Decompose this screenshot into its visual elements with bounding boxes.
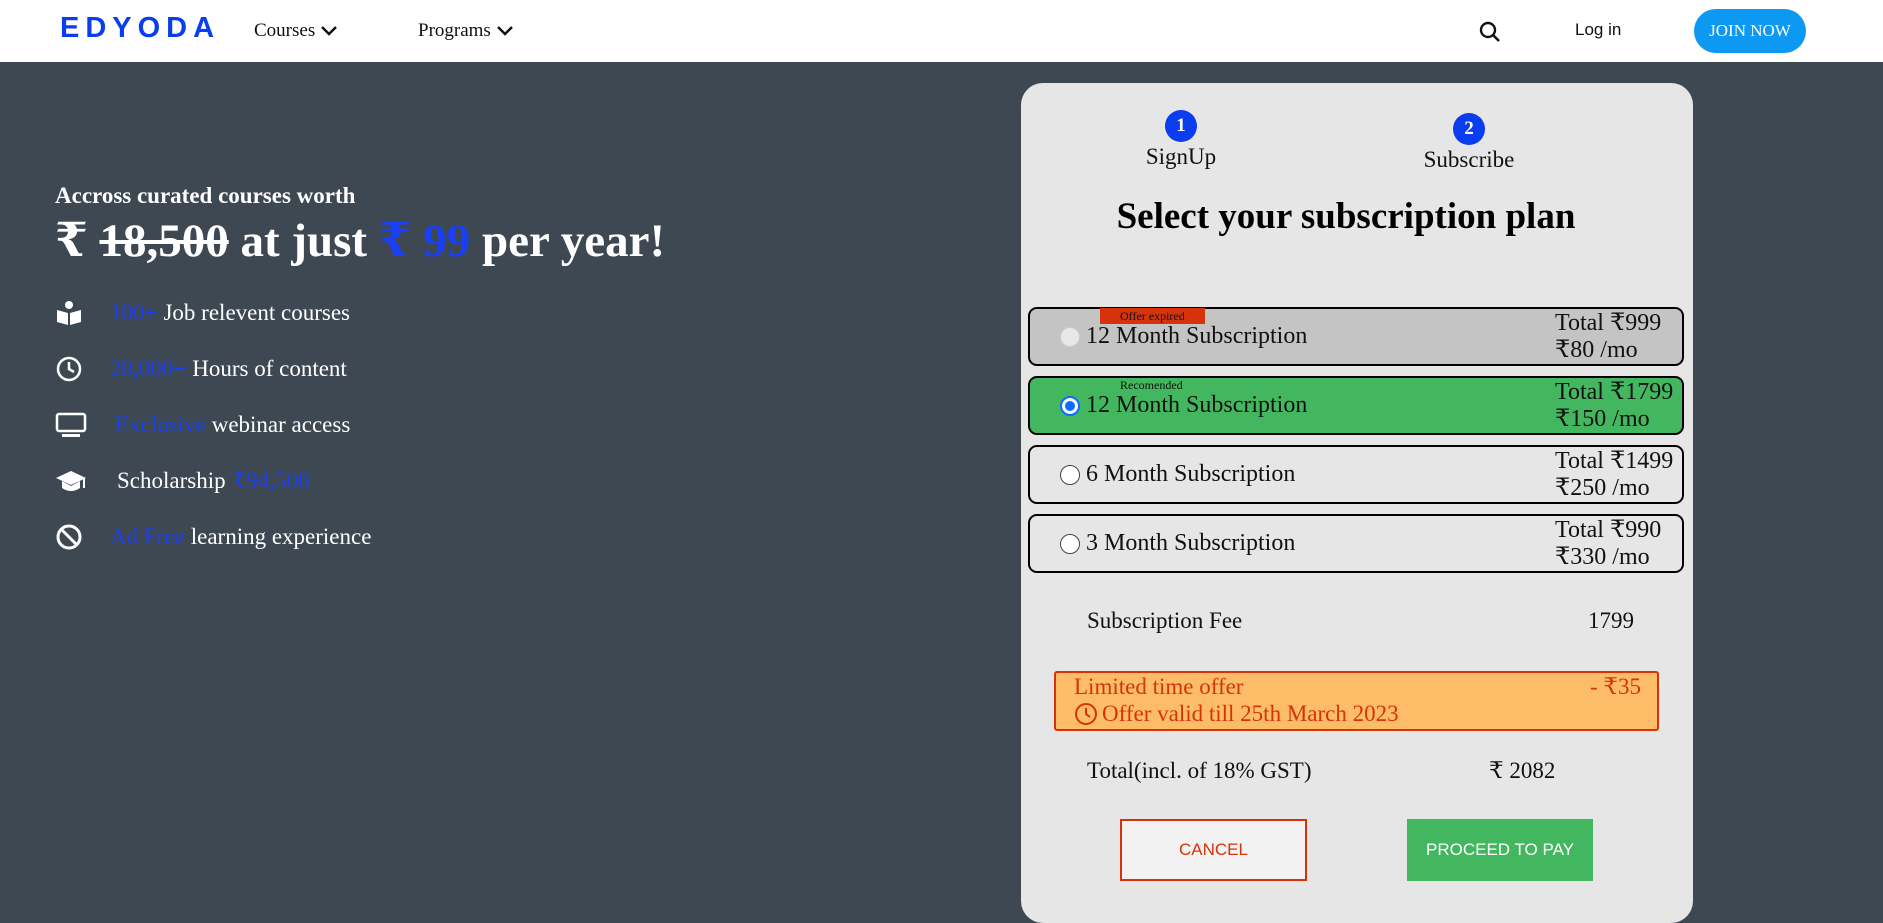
join-now-button[interactable]: JOIN NOW xyxy=(1694,9,1806,53)
plan-monthly: ₹250 /mo xyxy=(1555,475,1650,501)
nav-courses-label: Courses xyxy=(254,20,316,41)
feature-courses: 100+ Job relevent courses xyxy=(55,299,350,327)
feature-hours: 20,000+ Hours of content xyxy=(55,355,347,383)
no-ads-icon xyxy=(55,523,83,551)
feature-scholarship: Scholarship ₹94,500 xyxy=(55,467,316,495)
per-year-text: per year! xyxy=(482,215,666,267)
offer-expired-badge: Offer expired xyxy=(1100,308,1205,324)
feature-ad-free: Ad Free learning experience xyxy=(55,523,371,551)
step-number: 2 xyxy=(1453,113,1485,145)
plan-total: Total ₹1499 xyxy=(1555,448,1674,474)
step-number: 1 xyxy=(1165,110,1197,142)
nav-courses-dropdown[interactable]: Courses xyxy=(254,20,338,42)
search-icon[interactable] xyxy=(1478,20,1502,44)
login-link[interactable]: Log in xyxy=(1575,20,1621,40)
plan-12-month-expired[interactable]: Offer expired 12 Month Subscription Tota… xyxy=(1028,307,1684,366)
card-title: Select your subscription plan xyxy=(1116,196,1576,237)
plan-6-month[interactable]: 6 Month Subscription Total ₹1499 ₹250 /m… xyxy=(1028,445,1684,504)
clock-icon xyxy=(1075,703,1097,725)
limited-offer-banner: Limited time offer - ₹35 Offer valid til… xyxy=(1054,671,1659,731)
plan-name: 12 Month Subscription xyxy=(1086,392,1308,418)
offer-discount: - ₹35 xyxy=(1589,674,1641,699)
proceed-to-pay-button[interactable]: PROCEED TO PAY xyxy=(1407,819,1593,881)
edyoda-logo[interactable]: EDYODA xyxy=(60,12,220,45)
hero-headline: ₹ 18,500 at just ₹ 99 per year! xyxy=(55,213,665,268)
step-label: Subscribe xyxy=(1423,147,1515,172)
graduation-cap-icon xyxy=(55,467,87,495)
offer-label: Limited time offer xyxy=(1074,674,1244,699)
book-reader-icon xyxy=(55,299,83,327)
old-price: 18,500 xyxy=(99,215,229,267)
plan-12-month-recommended[interactable]: Recomended 12 Month Subscription Total ₹… xyxy=(1028,376,1684,435)
feature-text: webinar access xyxy=(211,412,351,437)
offer-validity: Offer valid till 25th March 2023 xyxy=(1074,701,1399,727)
step-signup: 1 SignUp xyxy=(1126,110,1236,170)
plan-name: 3 Month Subscription xyxy=(1086,530,1296,556)
top-navbar: EDYODA Courses Programs Log in JOIN NOW xyxy=(0,0,1883,62)
cancel-button[interactable]: CANCEL xyxy=(1120,819,1307,881)
step-subscribe: 2 Subscribe xyxy=(1394,113,1544,173)
feature-webinar: Exclusive webinar access xyxy=(55,411,350,439)
clock-icon xyxy=(55,355,83,383)
feature-text: Hours of content xyxy=(192,356,347,381)
total-label: Total(incl. of 18% GST) xyxy=(1087,758,1312,783)
step-label: SignUp xyxy=(1145,144,1217,169)
feature-highlight: 20,000+ xyxy=(110,356,187,381)
monitor-icon xyxy=(55,411,87,439)
plan-monthly: ₹150 /mo xyxy=(1555,406,1650,432)
feature-highlight: Exclusive xyxy=(115,412,206,437)
chevron-down-icon xyxy=(496,26,513,36)
feature-highlight: 100+ xyxy=(110,300,158,325)
nav-programs-dropdown[interactable]: Programs xyxy=(418,20,514,42)
at-just-text: at just xyxy=(240,215,368,267)
subscription-fee-label: Subscription Fee xyxy=(1087,608,1243,633)
new-price: ₹ 99 xyxy=(378,215,471,267)
feature-text: Job relevent courses xyxy=(163,300,350,325)
total-value: ₹ 2082 xyxy=(1489,758,1556,783)
nav-programs-label: Programs xyxy=(418,20,491,41)
plan-total: Total ₹1799 xyxy=(1555,379,1674,405)
plan-radio[interactable] xyxy=(1060,327,1080,347)
plan-name: 12 Month Subscription xyxy=(1086,323,1308,349)
feature-highlight: ₹94,500 xyxy=(231,468,310,493)
feature-highlight: Ad Free xyxy=(110,524,185,549)
recommended-badge: Recomended xyxy=(1120,378,1183,392)
feature-text: learning experience xyxy=(190,524,372,549)
subscription-card: 1 SignUp 2 Subscribe Select your subscri… xyxy=(1021,83,1693,923)
offer-valid-text: Offer valid till 25th March 2023 xyxy=(1102,701,1399,726)
plan-3-month[interactable]: 3 Month Subscription Total ₹990 ₹330 /mo xyxy=(1028,514,1684,573)
plan-name: 6 Month Subscription xyxy=(1086,461,1296,487)
subscription-fee-value: 1799 xyxy=(1588,608,1634,633)
chevron-down-icon xyxy=(321,26,338,36)
hero-subtitle: Accross curated courses worth xyxy=(55,183,356,208)
plan-total: Total ₹999 xyxy=(1555,310,1662,336)
plan-total: Total ₹990 xyxy=(1555,517,1662,543)
plan-radio[interactable] xyxy=(1060,534,1080,554)
plan-monthly: ₹330 /mo xyxy=(1555,544,1650,570)
plan-radio[interactable] xyxy=(1060,396,1080,416)
currency-symbol: ₹ xyxy=(55,215,88,267)
plan-radio[interactable] xyxy=(1060,465,1080,485)
plan-monthly: ₹80 /mo xyxy=(1555,337,1638,363)
feature-text: Scholarship xyxy=(117,468,226,493)
